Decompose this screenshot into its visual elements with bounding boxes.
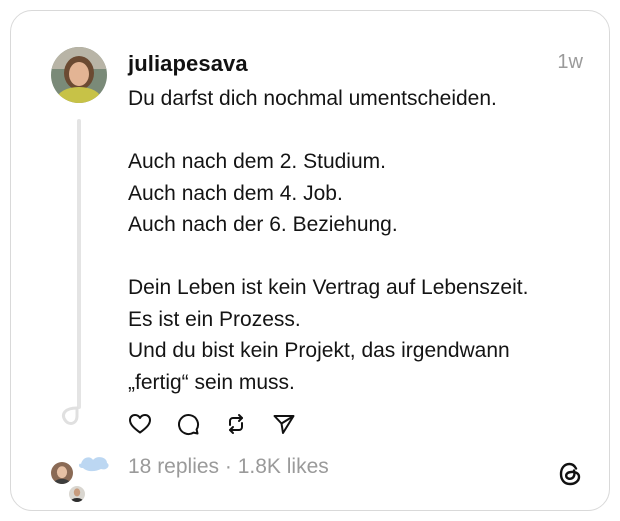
post-line — [128, 241, 588, 273]
like-button[interactable] — [128, 412, 152, 436]
threads-logo-icon[interactable] — [555, 459, 585, 489]
reply-avatars[interactable] — [49, 452, 113, 506]
post-body: Du darfst dich nochmal umentscheiden. Au… — [128, 83, 588, 398]
post-line: Dein Leben ist kein Vertrag auf Lebensze… — [128, 276, 529, 299]
post-line: Und du bist kein Projekt, das irgendwann — [128, 339, 510, 362]
comment-button[interactable] — [176, 412, 200, 436]
post-card: juliapesava 1w Du darfst dich nochmal um… — [10, 10, 610, 511]
author-username[interactable]: juliapesava — [128, 51, 248, 77]
post-line: „fertig“ sein muss. — [128, 370, 295, 394]
author-avatar[interactable] — [51, 47, 107, 103]
share-icon — [273, 415, 295, 434]
post-timestamp: 1w — [557, 51, 583, 73]
heart-icon — [129, 414, 151, 434]
replier-avatar — [49, 460, 75, 486]
thread-line — [77, 119, 81, 409]
thread-loop-icon — [62, 406, 79, 425]
post-line: Auch nach der 6. Beziehung. — [128, 213, 398, 236]
replier-avatar — [67, 484, 87, 504]
post-stats[interactable]: 18 replies · 1.8K likes — [128, 455, 329, 479]
post-line: Du darfst dich nochmal umentscheiden. — [128, 87, 497, 110]
post-line — [128, 115, 588, 147]
share-button[interactable] — [272, 412, 296, 436]
action-bar — [128, 409, 320, 439]
repost-icon — [229, 414, 243, 434]
replier-avatar — [79, 457, 109, 472]
comment-icon — [178, 414, 200, 436]
post-line: Auch nach dem 2. Studium. — [128, 150, 386, 173]
post-line: Es ist ein Prozess. — [128, 307, 301, 331]
repost-button[interactable] — [224, 412, 248, 436]
post-line: Auch nach dem 4. Job. — [128, 181, 343, 205]
